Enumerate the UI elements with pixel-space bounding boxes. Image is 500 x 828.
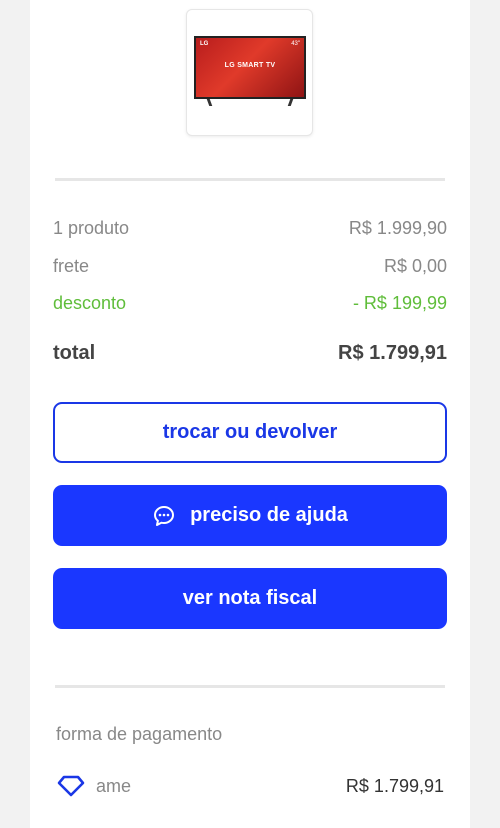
tv-title: LG SMART TV [224, 62, 276, 69]
payment-amount: R$ 1.799,91 [345, 775, 444, 796]
discount-value: - R$ 199,99 [352, 293, 447, 313]
payment-method-name: ame [96, 775, 132, 796]
payment-row: ame R$ 1.799,91 [56, 775, 444, 797]
product-thumbnail[interactable]: LG 43" LG SMART TV [186, 9, 313, 136]
divider [55, 178, 445, 181]
total-value: R$ 1.799,91 [338, 342, 447, 364]
items-row: 1 produto R$ 1.999,90 [53, 218, 447, 239]
tv-screen: LG 43" LG SMART TV [194, 36, 306, 99]
help-button-label: preciso de ajuda [190, 504, 348, 526]
shipping-row: frete R$ 0,00 [53, 256, 447, 277]
tv-size-label: 43" [291, 41, 300, 47]
tv-stand-right [287, 99, 294, 106]
payment-section-label: forma de pagamento [56, 724, 223, 744]
tv-image: LG 43" LG SMART TV [194, 36, 306, 112]
return-button[interactable]: trocar ou devolver [53, 402, 447, 463]
tv-stand-left [206, 99, 213, 106]
divider [55, 685, 445, 688]
order-detail-card: LG 43" LG SMART TV 1 produto R$ 1.999,90… [30, 0, 470, 828]
items-label: 1 produto [53, 218, 130, 238]
invoice-button-label: ver nota fiscal [182, 587, 318, 609]
shipping-label: frete [53, 256, 90, 276]
ame-heart-icon [56, 775, 86, 797]
return-button-label: trocar ou devolver [162, 421, 338, 443]
discount-row: desconto - R$ 199,99 [53, 293, 447, 314]
tv-brand-logo: LG [200, 41, 209, 47]
chat-bubble-icon [152, 504, 176, 528]
help-button[interactable]: preciso de ajuda [53, 485, 447, 546]
invoice-button[interactable]: ver nota fiscal [53, 568, 447, 629]
total-row: total R$ 1.799,91 [53, 342, 447, 365]
shipping-value: R$ 0,00 [383, 256, 447, 276]
total-label: total [53, 342, 96, 364]
items-value: R$ 1.999,90 [348, 218, 447, 238]
discount-label: desconto [53, 293, 127, 313]
payment-method: ame [56, 775, 131, 797]
